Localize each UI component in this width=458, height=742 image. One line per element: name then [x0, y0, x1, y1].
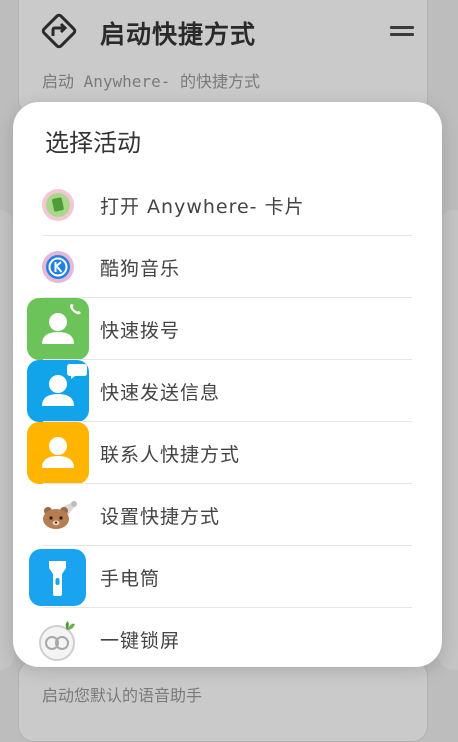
activity-item-quick-dial[interactable]: 快速拨号 [13, 298, 442, 360]
bear-settings-icon [43, 501, 77, 529]
directions-diamond-icon [41, 13, 77, 49]
activity-item-kugou-music[interactable]: 酷狗音乐 [13, 236, 442, 298]
dialog-title: 选择活动 [45, 129, 141, 157]
select-activity-dialog: 选择活动 打开 Anywhere- 卡片 酷狗音乐 快速拨号 快速发送信息 联系… [13, 102, 442, 667]
drag-handle-icon[interactable] [390, 26, 414, 38]
flashlight-icon [29, 549, 86, 606]
activity-item-label: 酷狗音乐 [100, 258, 181, 280]
activity-item-label: 快速拨号 [100, 320, 181, 342]
activity-item-label: 打开 Anywhere- 卡片 [100, 196, 305, 218]
activity-item-label: 手电筒 [100, 568, 161, 590]
contact-shortcut-icon [27, 422, 89, 484]
lock-screen-icon [39, 621, 75, 661]
activity-item-label: 联系人快捷方式 [100, 444, 241, 466]
assistant-card-subtitle: 启动您默认的语音助手 [42, 686, 203, 705]
activity-item-contact-shortcut[interactable]: 联系人快捷方式 [13, 422, 442, 484]
activity-item-label: 设置快捷方式 [100, 506, 221, 528]
shortcut-card-title: 启动快捷方式 [100, 20, 257, 49]
activity-item-flashlight[interactable]: 手电筒 [13, 546, 442, 608]
quick-message-contact-icon [27, 360, 89, 422]
anywhere-card-icon [42, 189, 74, 221]
background-card-edge-left [0, 210, 14, 670]
activity-item-label: 一键锁屏 [100, 630, 181, 652]
activity-item-lock-screen[interactable]: 一键锁屏 [13, 608, 442, 670]
activity-item-settings-shortcut[interactable]: 设置快捷方式 [13, 484, 442, 546]
quick-dial-contact-icon [27, 298, 89, 360]
shortcut-card-subtitle: 启动 Anywhere- 的快捷方式 [42, 72, 260, 91]
kugou-music-icon [42, 251, 74, 283]
activity-item-quick-message[interactable]: 快速发送信息 [13, 360, 442, 422]
activity-item-anywhere-card[interactable]: 打开 Anywhere- 卡片 [13, 174, 442, 236]
activity-item-label: 快速发送信息 [100, 382, 221, 404]
